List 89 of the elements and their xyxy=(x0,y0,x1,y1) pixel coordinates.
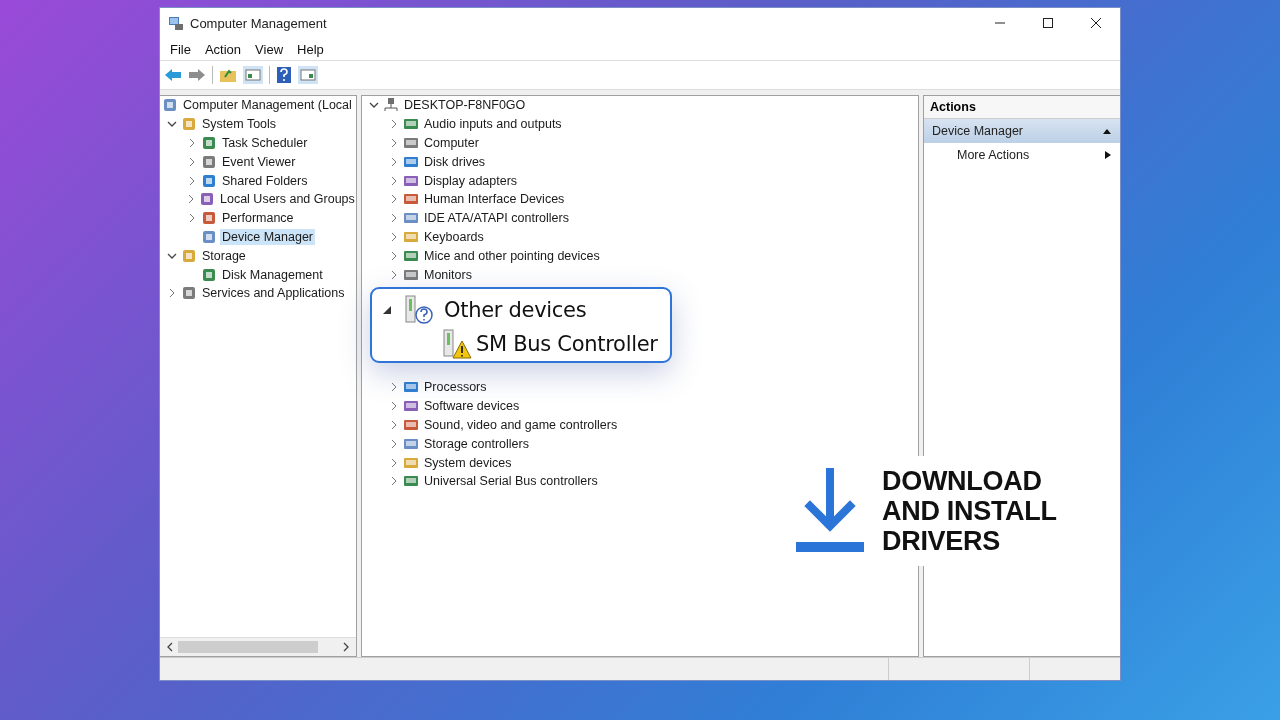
tree-node-icon xyxy=(201,210,217,227)
tree-item[interactable]: SM Bus Controller xyxy=(476,332,658,356)
horizontal-scrollbar[interactable] xyxy=(160,637,356,656)
chevron-right-icon[interactable] xyxy=(389,438,399,449)
back-arrow-icon[interactable] xyxy=(164,68,182,82)
tree-item[interactable]: Universal Serial Bus controllers xyxy=(422,473,600,490)
tree-item[interactable]: Computer Management (Local xyxy=(181,97,354,114)
tree-node-icon xyxy=(201,153,217,170)
tree-item[interactable]: Shared Folders xyxy=(220,172,310,189)
tree-node-icon xyxy=(201,135,217,151)
tree-item[interactable]: Performance xyxy=(220,210,296,227)
computer-network-icon xyxy=(383,97,399,114)
maximize-icon[interactable] xyxy=(1042,17,1054,29)
expanded-triangle-icon[interactable] xyxy=(382,305,392,315)
action-pane-icon[interactable] xyxy=(298,66,318,84)
tree-node-icon xyxy=(201,172,217,189)
chevron-right-icon[interactable] xyxy=(389,231,399,242)
warning-device-icon xyxy=(440,329,472,359)
promo-text: DOWNLOAD AND INSTALL DRIVERS xyxy=(882,466,1057,556)
actions-header: Actions xyxy=(924,96,1120,119)
tree-item[interactable]: System devices xyxy=(422,454,514,471)
submenu-arrow-icon[interactable] xyxy=(1104,150,1112,160)
chevron-right-icon[interactable] xyxy=(187,213,197,224)
tree-item[interactable]: Storage xyxy=(200,247,248,264)
tree-node-icon xyxy=(199,191,215,208)
chevron-right-icon[interactable] xyxy=(187,156,197,167)
tree-item[interactable]: Services and Applications xyxy=(200,285,347,302)
device-icon xyxy=(403,135,419,151)
chevron-right-icon[interactable] xyxy=(389,175,399,186)
tree-item[interactable]: Disk Management xyxy=(220,266,325,283)
tree-item[interactable]: Software devices xyxy=(422,398,522,415)
chevron-right-icon[interactable] xyxy=(389,119,399,130)
tree-item[interactable]: Human Interface Devices xyxy=(422,191,567,208)
collapse-triangle-icon[interactable] xyxy=(1102,127,1112,135)
chevron-right-icon[interactable] xyxy=(389,156,399,167)
download-icon xyxy=(796,468,864,554)
tree-item[interactable]: System Tools xyxy=(200,116,279,133)
task-pane-entry[interactable]: Device Manager xyxy=(924,119,1120,143)
chevron-right-icon[interactable] xyxy=(389,250,399,261)
task-pane-entry[interactable]: More Actions xyxy=(924,143,1120,167)
tree-node-icon xyxy=(181,285,197,302)
menu-item[interactable]: Action xyxy=(204,41,242,57)
menu-item[interactable]: Help xyxy=(297,41,324,57)
menu-item[interactable]: File xyxy=(170,41,191,57)
chevron-right-icon[interactable] xyxy=(167,288,177,299)
computer-management-icon xyxy=(168,15,184,31)
tree-item[interactable]: Disk drives xyxy=(422,153,488,170)
chevron-right-icon[interactable] xyxy=(389,457,399,468)
tree-item[interactable]: Audio inputs and outputs xyxy=(422,116,564,133)
tree-item[interactable]: Device Manager xyxy=(220,228,315,245)
scroll-left-icon[interactable] xyxy=(166,642,174,652)
chevron-right-icon[interactable] xyxy=(389,382,399,393)
tree-item[interactable]: Other devices xyxy=(444,298,587,322)
chevron-right-icon[interactable] xyxy=(186,194,196,205)
chevron-right-icon[interactable] xyxy=(389,269,399,280)
chevron-right-icon[interactable] xyxy=(389,401,399,412)
tree-item[interactable]: Display adapters xyxy=(422,172,520,189)
chevron-right-icon[interactable] xyxy=(389,476,399,487)
close-icon[interactable] xyxy=(1090,17,1102,29)
tree-node-icon xyxy=(201,266,217,283)
folder-up-icon[interactable] xyxy=(219,67,237,83)
tree-item[interactable]: Event Viewer xyxy=(220,153,298,170)
tree-item[interactable]: Keyboards xyxy=(422,228,486,245)
tree-item[interactable]: DESKTOP-F8NF0GO xyxy=(402,97,528,114)
chevron-right-icon[interactable] xyxy=(389,213,399,224)
tree-item[interactable]: Monitors xyxy=(422,266,474,283)
chevron-right-icon[interactable] xyxy=(389,419,399,430)
unknown-device-icon xyxy=(402,295,434,325)
scroll-right-icon[interactable] xyxy=(342,642,350,652)
chevron-right-icon[interactable] xyxy=(187,138,197,148)
tree-item[interactable]: Mice and other pointing devices xyxy=(422,247,602,264)
tree-item[interactable]: Storage controllers xyxy=(422,435,531,452)
tree-node-icon xyxy=(181,116,197,133)
tree-item[interactable]: Computer xyxy=(422,135,481,151)
tree-item[interactable]: Task Scheduler xyxy=(220,135,310,151)
tree-node-icon xyxy=(201,228,217,245)
chevron-right-icon[interactable] xyxy=(187,175,197,186)
tree-item[interactable]: Processors xyxy=(422,379,489,396)
forward-arrow-icon[interactable] xyxy=(188,68,206,82)
tree-item[interactable]: IDE ATA/ATAPI controllers xyxy=(422,210,571,227)
tree-item[interactable]: Sound, video and game controllers xyxy=(422,416,620,433)
chevron-right-icon[interactable] xyxy=(389,194,399,205)
menu-item[interactable]: View xyxy=(255,41,284,57)
tree-item[interactable]: Local Users and Groups xyxy=(218,191,356,208)
tree-node-icon xyxy=(181,247,197,264)
window-title: Computer Management xyxy=(190,15,328,31)
chevron-right-icon[interactable] xyxy=(389,138,399,148)
help-icon[interactable] xyxy=(276,66,292,84)
console-tree-icon[interactable] xyxy=(243,66,263,84)
